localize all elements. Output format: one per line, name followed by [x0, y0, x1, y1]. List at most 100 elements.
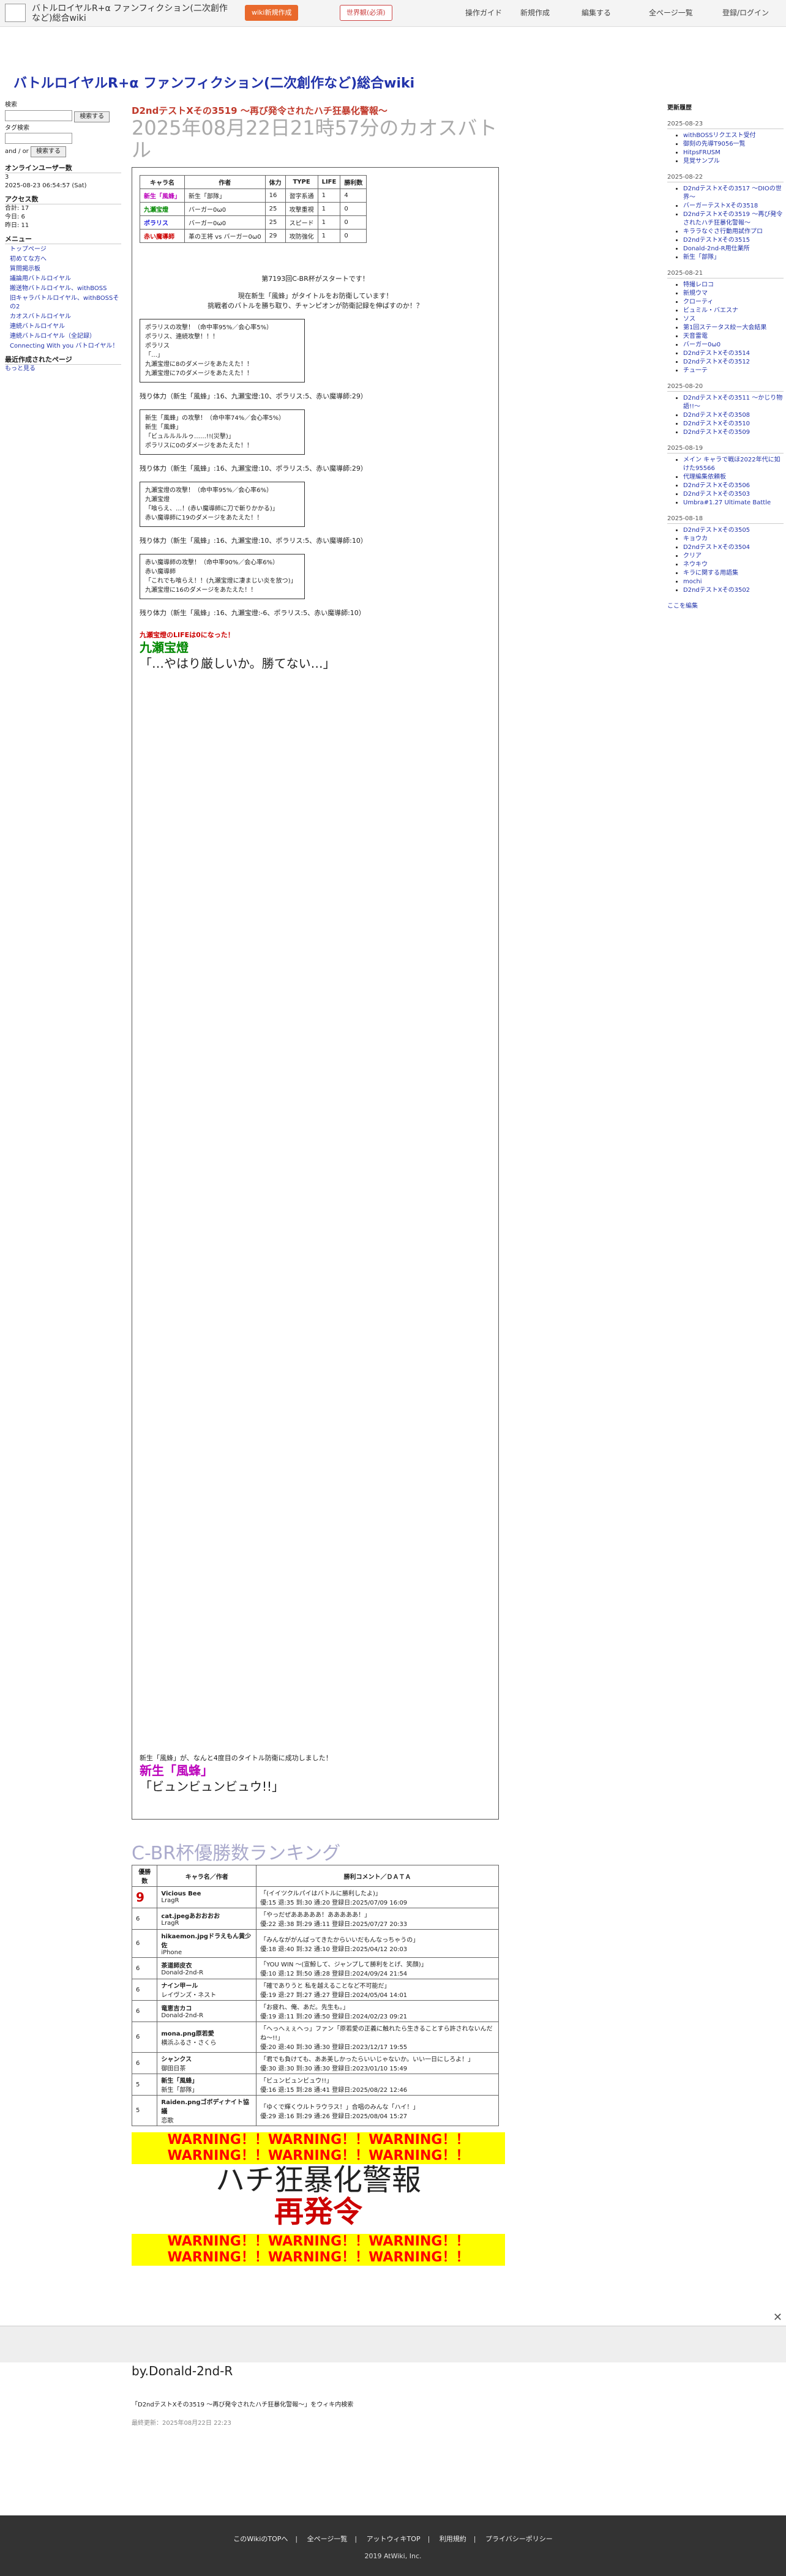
menu-item[interactable]: 議論用バトルロイヤル — [10, 275, 71, 282]
history-item[interactable]: D2ndテストXその3504 — [683, 544, 750, 551]
history-item[interactable]: 見覚サンプル — [683, 158, 720, 165]
cell: 29 — [264, 229, 286, 243]
table-row: 6 シャンクス 御田日茶 「君でも負けても、ああ美しかったらいいじゃないか。いい一日に… — [131, 2052, 499, 2074]
history-item[interactable]: Donald-2nd-R用仕業所 — [683, 245, 750, 252]
tag-input[interactable] — [5, 133, 72, 144]
history-item[interactable]: ソス — [683, 316, 695, 323]
history-item[interactable]: 天音雷電 — [683, 333, 708, 340]
blank-request-button[interactable]: 世界観(必須) — [340, 5, 392, 21]
history-item[interactable]: D2ndテストXその3510 — [683, 420, 750, 427]
tagline-link[interactable]: 「D2ndテストXその3519 〜再び発令されたハチ狂暴化警報〜」をウィキ内検索 — [132, 2399, 353, 2408]
history-item[interactable]: 御刻の先導T9056一覧 — [683, 141, 746, 147]
history-item[interactable]: D2ndテストXその3505 — [683, 527, 750, 534]
more-link[interactable]: もっと見る — [5, 365, 36, 372]
cell: 新生「風蜂」 — [140, 189, 185, 203]
history-item[interactable]: キララなぐさ行動用試作プロ — [683, 228, 763, 235]
history-item[interactable]: D2ndテストXその3517 〜DIOの世界〜 — [683, 185, 782, 201]
history-item[interactable]: 新生「部隊」 — [683, 254, 720, 261]
history-item[interactable]: キラに関する用語集 — [683, 570, 738, 577]
menu-item[interactable]: Connecting With you バトロイヤル！ — [10, 343, 118, 349]
cell: 優:10 退:12 到:50 通:28 登録日:2024/09/24 21:54 — [260, 1971, 408, 1977]
footer-link[interactable]: 利用規約 — [440, 2535, 466, 2543]
history-item[interactable]: ビュミル・バエスナ — [683, 307, 738, 314]
roster-header: キャラ名 — [140, 175, 185, 189]
history-item[interactable]: D2ndテストXその3519 〜再び発令されたハチ狂暴化警報〜 — [683, 211, 782, 226]
history-item[interactable]: withBOSSリクエスト受付 — [683, 132, 755, 139]
history-item[interactable]: Umbra#1.27 Ultimate Battle — [683, 499, 771, 506]
cell: 25 — [264, 215, 286, 230]
history-item[interactable]: 代理編集依頼板 — [683, 474, 726, 480]
close-icon[interactable]: ✕ — [773, 2311, 782, 2324]
login-link[interactable]: 登録/ログイン — [722, 7, 769, 18]
tag-search-button[interactable]: 検索する — [30, 146, 66, 157]
history-item[interactable]: D2ndテストXその3515 — [683, 237, 750, 244]
cell: 6 — [131, 2000, 158, 2022]
cell: 優:16 退:15 到:28 通:41 登録日:2025/08/22 12:46 — [260, 2087, 408, 2094]
footer-link[interactable]: 全ページ一覧 — [307, 2535, 348, 2543]
all-pages-link[interactable]: 全ページ一覧 — [649, 7, 693, 18]
history-item[interactable]: バーガー0ω0 — [683, 342, 720, 348]
online-date: 2025-08-23 06:54:57 (Sat) — [5, 182, 87, 189]
history-item[interactable]: ネウキウ — [683, 561, 708, 568]
menu-item[interactable]: 旧キャラバトルロイヤル、withBOSSその2 — [10, 295, 119, 310]
history-item[interactable]: チュ一テ — [683, 367, 708, 374]
or-label[interactable]: or — [23, 148, 29, 155]
footer-link[interactable]: プライバシーポリシー — [485, 2535, 553, 2543]
start-line: 第7193回C-BR杯がスタートです！ — [261, 275, 369, 283]
site-logo[interactable] — [5, 4, 26, 22]
cell: cat.jpegあおおおお — [161, 1913, 220, 1920]
wiki-title[interactable]: バトルロイヤルR+α ファンフィクション(二次創作など)総合wiki — [13, 72, 414, 92]
cell: 恋歌 — [161, 2118, 174, 2124]
new-page-link[interactable]: 新規作成 — [520, 7, 550, 18]
cell: 「へっへぇぇへっ」ファン「原若愛の正義に触れたら生きることすら許されないんだね〜… — [260, 2026, 493, 2042]
history-item[interactable]: 第1回ステータス絞ー大会結果 — [683, 324, 766, 331]
edit-link[interactable]: 編集する — [582, 7, 611, 18]
footer-link[interactable]: アットウィキTOP — [367, 2535, 421, 2543]
defeat-quote: 「…やはり厳しいか。勝てない…」 — [140, 656, 335, 671]
history-item[interactable]: D2ndテストXその3508 — [683, 412, 750, 419]
history-item[interactable]: バーガーテストXその3518 — [683, 203, 758, 209]
edit-menu-link[interactable]: ここを編集 — [667, 603, 698, 610]
menu-item[interactable]: 連続バトルロイヤル（全記録） — [10, 333, 95, 340]
roster-table: キャラ名 作者 体力 TYPE LIFE 勝利数 新生「風蜂」 新生「部隊」 16 習… — [140, 175, 367, 243]
menu-item[interactable]: 連続バトルロイヤル — [10, 323, 65, 330]
roster-header: 体力 — [264, 175, 286, 189]
winner-quote: 「ビュンビュンビュウ!!」 — [140, 1779, 285, 1794]
history-item[interactable]: クリア — [683, 553, 702, 559]
ranking-header: 優勝数 — [131, 1865, 158, 1887]
cell: 「(イイツクルパイはバトルに勝利したよ)」 — [260, 1891, 381, 1897]
menu-item[interactable]: 初めてな方へ — [10, 256, 47, 263]
history-item[interactable]: D2ndテストXその3512 — [683, 359, 750, 365]
wiki-new-button[interactable]: wiki新規作成 — [245, 5, 299, 21]
menu-item[interactable]: 質問掲示板 — [10, 266, 40, 272]
search-button[interactable]: 検索する — [74, 111, 110, 122]
roster-header: 作者 — [184, 175, 266, 189]
cell: バーガー0ω0 — [184, 202, 266, 216]
history-item[interactable]: 特撮レロコ — [683, 282, 714, 288]
history-item[interactable]: D2ndテストXその3514 — [683, 350, 750, 357]
end-line: 新生「風蜂」が、なんと4度目のタイトル防衛に成功しました！ — [140, 1754, 332, 1762]
history-item[interactable]: D2ndテストXその3509 — [683, 429, 750, 436]
history-item[interactable]: キョウカ — [683, 536, 708, 542]
history-item[interactable]: D2ndテストXその3503 — [683, 491, 750, 498]
cell: 「ビュンビュンビュウ!!」 — [260, 2078, 333, 2085]
menu-item[interactable]: カオスバトルロイヤル — [10, 313, 71, 320]
history-item[interactable]: D2ndテストXその3506 — [683, 482, 750, 489]
guide-link[interactable]: 操作ガイド — [465, 7, 502, 18]
history-item[interactable]: 新規ウマ — [683, 290, 708, 297]
menu-item[interactable]: トップページ — [10, 246, 47, 253]
history-item[interactable]: D2ndテストXその3511 〜かじり物語!!〜 — [683, 395, 782, 410]
and-label[interactable]: and — [5, 148, 17, 155]
history-item[interactable]: クローティ — [683, 299, 713, 305]
history-item[interactable]: メイン キャラで戦ほ2022年代に如けた95566 — [683, 457, 780, 472]
search-input[interactable] — [5, 110, 72, 121]
cell: 1 — [317, 229, 341, 243]
cell: 竜恵吉カコ — [161, 2006, 192, 2012]
history-item[interactable]: D2ndテストXその3502 — [683, 587, 750, 594]
footer-link[interactable]: このWikiのTOPへ — [233, 2535, 288, 2543]
menu-item[interactable]: 搬送物バトルロイヤル、withBOSS — [10, 285, 107, 292]
history-item[interactable]: HitpsFRUSM — [683, 149, 720, 156]
history-item[interactable]: mochi — [683, 578, 702, 585]
cell: 優:15 退:35 到:30 通:20 登録日:2025/07/09 16:09 — [260, 1900, 408, 1906]
site-name[interactable]: バトルロイヤルR+α ファンフィクション(二次創作など)総合wiki — [32, 4, 228, 23]
